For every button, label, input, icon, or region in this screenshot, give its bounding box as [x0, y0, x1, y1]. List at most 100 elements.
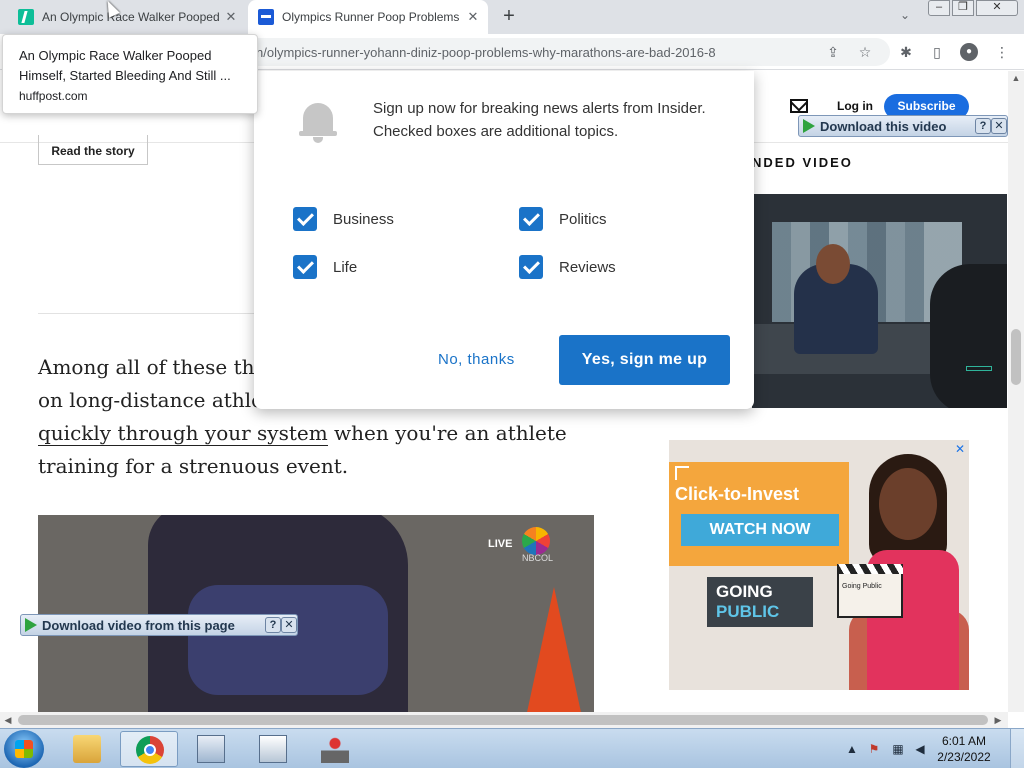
video-progress-indicator [966, 366, 992, 371]
runner-shorts [188, 585, 388, 695]
ad-person-face [879, 468, 937, 540]
taskbar-app-window[interactable] [244, 731, 302, 767]
ad-corner-mark [675, 466, 689, 480]
tab-title: Olympics Runner Poop Problems [282, 10, 460, 24]
checkbox-life[interactable]: Life [293, 255, 357, 279]
play-icon [803, 119, 815, 133]
mail-icon[interactable] [790, 99, 808, 113]
vertical-scrollbar[interactable]: ▲ [1008, 71, 1024, 712]
help-icon[interactable]: ? [975, 118, 991, 134]
maximize-button[interactable]: ❐ [952, 0, 974, 16]
news-alerts-popup: Sign up now for breaking news alerts fro… [254, 71, 754, 409]
close-icon[interactable]: ✕ [281, 617, 297, 633]
article-line: training for a strenuous event. [38, 454, 349, 478]
recommended-video-player[interactable] [752, 194, 1007, 408]
download-label: Download this video [820, 118, 947, 134]
checkbox-checked-icon[interactable] [519, 207, 543, 231]
tab-hover-card: An Olympic Race Walker Pooped Himself, S… [2, 34, 258, 114]
hover-card-domain: huffpost.com [19, 89, 88, 103]
traffic-cone [526, 587, 582, 712]
horizontal-scroll-thumb[interactable] [18, 715, 988, 725]
recommended-video-label: NDED VIDEO [752, 155, 853, 170]
address-bar[interactable]: n/olympics-runner-yohann-diniz-poop-prob… [200, 38, 890, 66]
network-icon[interactable]: ▦ [890, 741, 906, 757]
login-link[interactable]: Log in [837, 99, 873, 113]
tab-close-icon[interactable]: ✕ [222, 8, 240, 26]
no-thanks-button[interactable]: No, thanks [438, 351, 515, 368]
checkbox-reviews[interactable]: Reviews [519, 255, 616, 279]
side-panel-icon[interactable]: ▯ [928, 43, 946, 61]
folder-icon [73, 735, 101, 763]
action-center-flag-icon[interactable]: ⚑ [866, 741, 882, 757]
ad-going-public-logo: GOING PUBLIC [707, 577, 813, 627]
windows-logo-icon [15, 740, 33, 758]
window-icon [197, 735, 225, 763]
checkbox-label: Business [333, 210, 394, 228]
system-clock[interactable]: 6:01 AM 2/23/2022 [934, 733, 994, 765]
checkbox-label: Politics [559, 210, 607, 228]
checkbox-business[interactable]: Business [293, 207, 394, 231]
download-label: Download video from this page [42, 617, 235, 633]
taskbar-explorer[interactable] [58, 731, 116, 767]
ad-close-icon[interactable]: ✕ [953, 442, 967, 456]
scroll-right-arrow-icon[interactable]: ▶ [992, 715, 1004, 726]
share-icon[interactable]: ⇪ [824, 43, 842, 61]
tab-search-icon[interactable]: ⌄ [896, 8, 914, 26]
window-icon [259, 735, 287, 763]
tab-huffpost[interactable]: An Olympic Race Walker Pooped ✕ [8, 0, 246, 34]
checkbox-politics[interactable]: Politics [519, 207, 607, 231]
ad-watch-now-button[interactable]: WATCH NOW [681, 514, 839, 546]
show-desktop-button[interactable] [1010, 729, 1024, 768]
volume-icon[interactable]: ◀ [912, 741, 928, 757]
play-icon [25, 618, 37, 632]
taskbar-app-game[interactable] [306, 731, 364, 767]
close-icon[interactable]: ✕ [991, 118, 1007, 134]
scroll-left-arrow-icon[interactable]: ◀ [2, 715, 14, 726]
help-icon[interactable]: ? [265, 617, 281, 633]
download-this-video-button[interactable]: Download this video ? ✕ [798, 115, 1008, 137]
checkbox-checked-icon[interactable] [293, 207, 317, 231]
start-button[interactable] [4, 730, 44, 768]
minimize-button[interactable]: – [928, 0, 950, 16]
close-window-button[interactable]: ✕ [976, 0, 1018, 16]
windows-taskbar: ▲ ⚑ ▦ ◀ 6:01 AM 2/23/2022 [0, 728, 1024, 768]
ad-brand-line: PUBLIC [716, 602, 780, 621]
advertisement[interactable]: Click-to-Invest WATCH NOW GOING PUBLIC G… [669, 440, 969, 690]
checkbox-checked-icon[interactable] [519, 255, 543, 279]
bookmark-star-icon[interactable]: ☆ [856, 43, 874, 61]
read-the-story-button[interactable]: Read the story [38, 135, 148, 165]
horizontal-scrollbar[interactable]: ◀ ▶ [0, 712, 1008, 728]
checkbox-label: Reviews [559, 258, 616, 276]
profile-avatar[interactable]: ● [960, 43, 978, 61]
bell-icon [299, 99, 337, 143]
tray-expand-icon[interactable]: ▲ [844, 741, 860, 757]
taskbar-chrome[interactable] [120, 731, 178, 767]
chrome-icon [136, 736, 164, 764]
extensions-icon[interactable]: ✱ [897, 43, 915, 61]
joystick-icon [321, 735, 349, 763]
yes-sign-me-up-button[interactable]: Yes, sign me up [559, 335, 730, 385]
clock-time: 6:01 AM [941, 734, 987, 748]
ad-brand-line: GOING [716, 582, 773, 601]
article-line: when you're an athlete [327, 421, 567, 445]
clock-date: 2/23/2022 [937, 750, 991, 764]
url-text[interactable]: n/olympics-runner-yohann-diniz-poop-prob… [256, 45, 716, 60]
ad-clapboard: Going Public [837, 564, 903, 618]
tab-insider[interactable]: Olympics Runner Poop Problems ✕ [248, 0, 488, 34]
popup-message: Sign up now for breaking news alerts fro… [373, 100, 706, 140]
nbc-peacock-logo [522, 527, 550, 555]
huffpost-icon [18, 9, 34, 25]
tab-close-icon[interactable]: ✕ [464, 8, 482, 26]
vertical-scroll-thumb[interactable] [1011, 329, 1021, 385]
checkbox-checked-icon[interactable] [293, 255, 317, 279]
menu-icon[interactable]: ⋮ [993, 43, 1011, 61]
live-badge: LIVE [488, 538, 513, 550]
scroll-up-arrow-icon[interactable]: ▲ [1010, 73, 1022, 83]
network-label: NBCOL [522, 553, 554, 563]
new-tab-button[interactable]: + [498, 6, 520, 28]
article-link[interactable]: quickly through your system [38, 421, 328, 446]
insider-icon [258, 9, 274, 25]
video-person-head [816, 244, 850, 284]
download-video-from-page-button[interactable]: Download video from this page ? ✕ [20, 614, 298, 636]
taskbar-app-window[interactable] [182, 731, 240, 767]
